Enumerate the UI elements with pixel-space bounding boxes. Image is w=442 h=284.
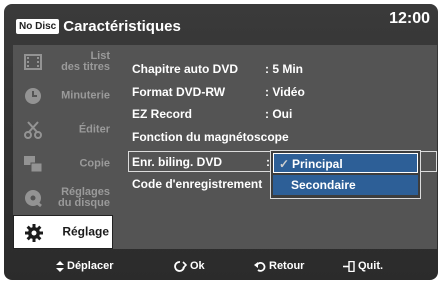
- option-principal[interactable]: ✓ Principal: [273, 153, 418, 173]
- hint-label: Ok: [190, 260, 205, 272]
- sidebar-item-edit[interactable]: Éditer: [13, 113, 113, 147]
- disc-status-badge: No Disc: [16, 18, 60, 34]
- option-label: Principal: [292, 157, 343, 171]
- title-bar: No Disc Caractéristiques: [10, 10, 432, 46]
- sidebar-item-title-list[interactable]: List des titres: [13, 45, 113, 79]
- up-down-arrow-icon: [56, 260, 64, 272]
- sidebar-item-label: des titres: [61, 61, 110, 73]
- main-panel: List des titres Minuterie Éditer Copie R…: [13, 45, 437, 249]
- hint-label: Déplacer: [67, 260, 114, 272]
- copy-icon: [23, 154, 43, 174]
- setting-label: Fonction du magnétoscope: [132, 130, 289, 144]
- option-secondaire[interactable]: Secondaire: [273, 175, 418, 195]
- sidebar-item-setup[interactable]: Réglage: [13, 215, 113, 249]
- hint-back: Retour: [254, 260, 304, 272]
- sidebar: List des titres Minuterie Éditer Copie R…: [13, 45, 113, 249]
- setting-value: : 5 Min: [265, 62, 303, 76]
- sidebar-item-disc-settings[interactable]: Réglages du disque: [13, 181, 113, 215]
- disc-icon: [23, 188, 43, 208]
- footer-hints: Déplacer Ok Retour Quit.: [4, 252, 438, 280]
- sidebar-item-copy[interactable]: Copie: [13, 147, 113, 181]
- osd-window: No Disc Caractéristiques 12:00 List des t…: [4, 4, 438, 280]
- hint-quit: Quit.: [343, 260, 383, 272]
- clock: 12:00: [389, 10, 430, 27]
- sidebar-item-timer[interactable]: Minuterie: [13, 79, 113, 113]
- return-icon: [254, 261, 266, 272]
- hint-label: Quit.: [358, 260, 384, 272]
- bilingual-options-dropdown: ✓ Principal Secondaire: [270, 150, 421, 199]
- enter-icon: [174, 260, 187, 272]
- setting-value: : Oui: [265, 107, 293, 121]
- gear-icon: [24, 223, 44, 243]
- clock-icon: [23, 86, 43, 106]
- hint-label: Retour: [269, 260, 305, 272]
- page-title: Caractéristiques: [63, 17, 181, 35]
- hint-ok: Ok: [174, 260, 205, 272]
- setting-label: Enr. biling. DVD: [132, 155, 223, 169]
- scissors-icon: [23, 120, 43, 140]
- setting-label: Chapitre auto DVD: [132, 62, 239, 76]
- film-icon: [23, 52, 43, 72]
- sidebar-item-label: Réglage: [62, 224, 109, 239]
- sidebar-item-label: Éditer: [78, 123, 110, 136]
- checkmark-icon: ✓: [279, 157, 290, 171]
- setting-label: Code d'enregistrement: [132, 177, 263, 191]
- sidebar-item-label: Copie: [79, 157, 110, 170]
- setting-value: : Vidéo: [265, 85, 305, 99]
- hint-move: Déplacer: [56, 260, 113, 272]
- option-label: Secondaire: [291, 178, 356, 192]
- sidebar-item-label: du disque: [58, 197, 110, 209]
- setting-label: Format DVD-RW: [132, 85, 226, 99]
- setting-label: EZ Record: [132, 107, 193, 121]
- sidebar-item-label: Minuterie: [61, 89, 110, 102]
- exit-icon: [343, 260, 355, 272]
